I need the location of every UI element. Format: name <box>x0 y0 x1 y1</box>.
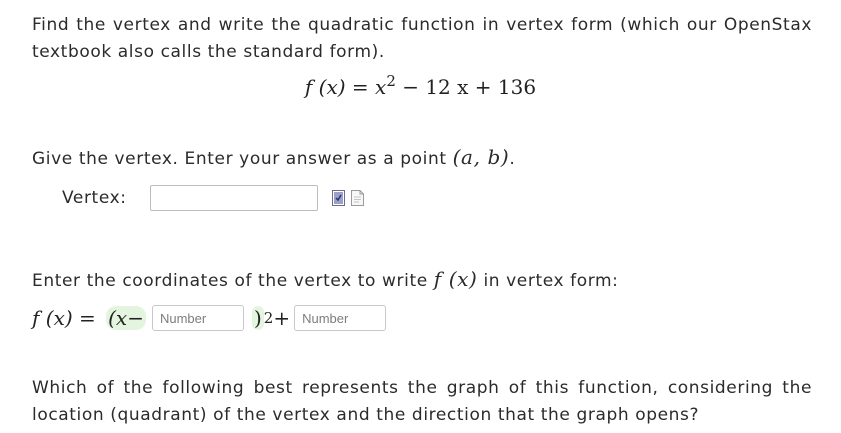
vertex-question: Give the vertex. Enter your answer as a … <box>32 144 515 173</box>
function-formula: f (x) = x2 − 12 x + 136 <box>0 72 841 99</box>
k-number-input[interactable] <box>294 305 387 331</box>
vertex-question-end: . <box>509 149 516 169</box>
equation-plus: + <box>273 306 291 330</box>
equation-exponent: 2 <box>263 309 274 327</box>
formula-lhs: f (x) = x <box>304 75 387 99</box>
equation-lhs: f (x) = <box>32 306 103 330</box>
fx-notation: f (x) <box>433 267 478 291</box>
vertex-form-question-text: Enter the coordinates of the vertex to w… <box>32 271 434 291</box>
help-icon[interactable] <box>351 190 364 206</box>
h-number-input[interactable] <box>151 305 244 331</box>
vertex-label: Vertex: <box>62 188 127 208</box>
formula-rest: − 12 x + 136 <box>395 75 537 99</box>
formula-exponent: 2 <box>386 72 396 90</box>
vertex-form-equation: f (x) = (x− )2+ <box>32 300 387 336</box>
point-notation: (a, b) <box>452 145 510 169</box>
vertex-form-question-end: in vertex form: <box>477 271 619 291</box>
equation-open-paren: (x− <box>106 306 146 330</box>
vertex-input[interactable] <box>150 185 318 211</box>
preview-icon[interactable] <box>332 190 345 206</box>
vertex-form-question: Enter the coordinates of the vertex to w… <box>32 266 619 295</box>
equation-close-paren: ) <box>251 306 264 330</box>
vertex-answer-row: Vertex: <box>62 184 364 212</box>
vertex-question-text: Give the vertex. Enter your answer as a … <box>32 149 453 169</box>
graph-question: Which of the following best represents t… <box>32 378 812 425</box>
intro-text: Find the vertex and write the quadratic … <box>32 15 812 62</box>
